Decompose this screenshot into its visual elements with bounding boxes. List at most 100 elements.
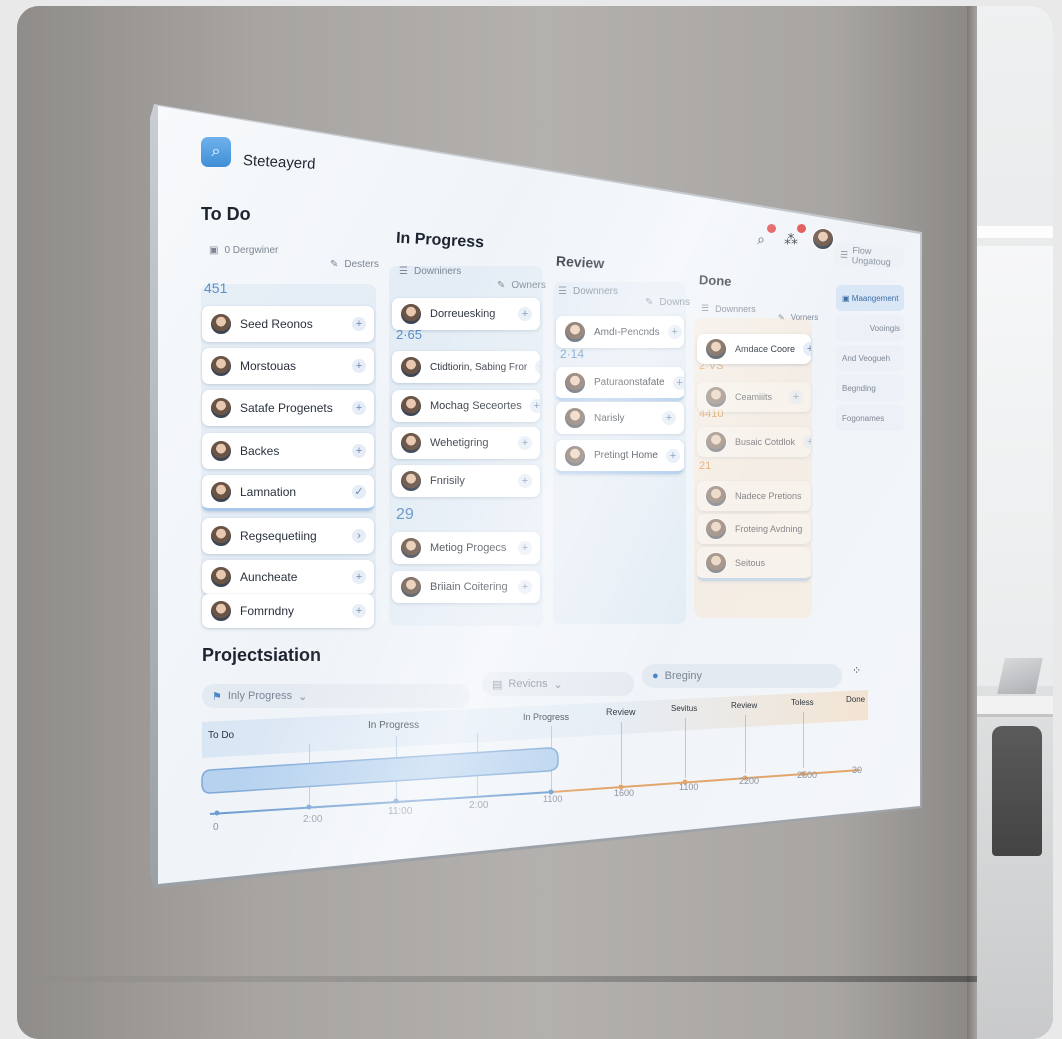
add-icon[interactable]: +: [352, 604, 366, 618]
add-icon[interactable]: +: [809, 489, 811, 503]
review-filter[interactable]: ☰ Downners: [558, 286, 618, 297]
task-card[interactable]: Lamnation ✓: [202, 475, 374, 511]
list-icon: ▤: [492, 678, 503, 691]
task-card[interactable]: Froteing Avdning +: [697, 514, 811, 544]
side-menu-label: Begnding: [842, 383, 876, 393]
task-card[interactable]: Backes +: [202, 433, 374, 469]
add-icon[interactable]: +: [518, 474, 532, 488]
task-card[interactable]: Satafe Progenets +: [202, 390, 374, 426]
task-title: Amdı-Pencnds: [594, 326, 660, 338]
side-menu-item[interactable]: Vooingis: [836, 315, 904, 341]
inprogress-filter[interactable]: ☰ Downiners: [399, 266, 461, 277]
chevron-right-icon[interactable]: ›: [352, 529, 366, 543]
task-card[interactable]: Ctidtiorin, Sabing Fror +: [392, 351, 540, 383]
avatar: [400, 576, 422, 598]
timeline-point: [306, 804, 312, 810]
add-icon[interactable]: +: [672, 375, 684, 390]
side-menu-item[interactable]: Begnding: [836, 375, 904, 401]
avatar: [400, 356, 422, 378]
laptop: [997, 658, 1043, 694]
add-icon[interactable]: +: [518, 541, 532, 555]
menu-pill[interactable]: ☰ Flow Ungatoug: [833, 243, 905, 269]
search-icon[interactable]: ⌕: [201, 137, 231, 167]
task-card[interactable]: Dorreuesking +: [392, 298, 540, 330]
task-title: Paturaonstafate: [594, 377, 665, 388]
avatar: [564, 371, 586, 394]
side-menu-item[interactable]: Fogonames: [836, 405, 904, 431]
timeline-chart: [201, 747, 861, 816]
add-icon[interactable]: +: [518, 307, 532, 321]
task-card[interactable]: Morstouas +: [202, 348, 374, 384]
search-icon[interactable]: ⌕: [752, 224, 776, 248]
add-icon[interactable]: +: [803, 435, 811, 449]
revisions-filter[interactable]: ▤ Revicns ⌄: [482, 672, 634, 696]
progress-bar[interactable]: [201, 747, 559, 794]
task-card[interactable]: Paturaonstafate +: [556, 367, 684, 401]
check-icon[interactable]: ✓: [352, 484, 366, 499]
task-card[interactable]: Ceamiiits +: [697, 382, 811, 412]
add-icon[interactable]: +: [810, 522, 811, 536]
add-icon[interactable]: +: [662, 411, 676, 425]
inprogress-owner-filter[interactable]: ✎ Owners: [497, 280, 546, 291]
add-icon[interactable]: +: [518, 580, 532, 594]
done-owner-filter[interactable]: ✎ Vorners: [778, 313, 818, 322]
pencil-icon: ✎: [497, 280, 506, 291]
add-icon[interactable]: +: [789, 390, 803, 404]
side-menu-item[interactable]: And Veogueh: [836, 345, 904, 371]
todo-filter[interactable]: ▣ 0 Dergwiner: [209, 245, 278, 256]
add-icon[interactable]: +: [352, 317, 366, 331]
task-card[interactable]: Mochag Seceortes +: [392, 390, 540, 422]
review-owner-filter[interactable]: ✎ Downs: [645, 297, 690, 308]
search-filter[interactable]: ● Breginy: [642, 664, 842, 688]
progress-filter[interactable]: ⚑ Inly Progress ⌄: [202, 684, 470, 708]
task-card[interactable]: Seed Reonos +: [202, 306, 374, 342]
task-card[interactable]: Narisly +: [556, 402, 684, 434]
add-icon[interactable]: +: [352, 401, 366, 415]
todo-owner-filter[interactable]: ✎ Desters: [330, 259, 379, 270]
task-card[interactable]: Metiog Progecs +: [392, 532, 540, 564]
menu-icon: ☰: [399, 266, 408, 277]
pencil-icon: ✎: [330, 259, 339, 270]
add-icon[interactable]: +: [529, 399, 540, 413]
add-icon[interactable]: +: [803, 342, 811, 356]
add-icon[interactable]: +: [665, 448, 680, 463]
avatar: [210, 440, 232, 462]
add-icon[interactable]: +: [518, 436, 532, 450]
add-icon[interactable]: +: [535, 360, 540, 374]
user-avatar[interactable]: [812, 228, 834, 250]
task-card[interactable]: Wehetigring +: [392, 427, 540, 459]
side-menu-label: Maangement: [851, 293, 899, 303]
task-card[interactable]: Busaic Cotdlok +: [697, 427, 811, 457]
add-icon[interactable]: +: [667, 325, 682, 339]
people-icon[interactable]: ⁂: [782, 224, 806, 248]
filter-label: Desters: [344, 259, 379, 270]
task-title: Fomrndny: [240, 604, 295, 618]
done-filter[interactable]: ☰ Downners: [701, 303, 756, 314]
task-card[interactable]: Nadece Pretions +: [697, 481, 811, 511]
task-card[interactable]: Fomrndny +: [202, 594, 374, 628]
task-card[interactable]: Fnrisily +: [392, 465, 540, 497]
stage-label: Toless: [791, 698, 814, 707]
task-card[interactable]: Regsequetiing ›: [202, 518, 374, 554]
ceiling-light: [977, 226, 1053, 238]
task-card[interactable]: Auncheate +: [202, 560, 374, 594]
side-menu-item[interactable]: ▣ Maangement: [836, 285, 904, 311]
task-card[interactable]: Amdı-Pencnds +: [556, 316, 684, 348]
task-card[interactable]: Seitous: [697, 547, 811, 581]
timeline-point: [393, 798, 399, 804]
add-icon[interactable]: +: [352, 444, 366, 458]
filter-label: Owners: [511, 280, 546, 291]
task-title: Regsequetiing: [240, 529, 317, 543]
task-card[interactable]: Amdace Coore +: [697, 334, 811, 364]
timeline-tick: 2200: [739, 776, 760, 786]
task-card[interactable]: Pretingt Home +: [556, 440, 684, 474]
add-icon[interactable]: +: [352, 570, 366, 584]
filter-label: Downiners: [413, 266, 462, 277]
task-card[interactable]: Briiain Coitering +: [392, 571, 540, 603]
more-options-icon[interactable]: ⁘: [852, 664, 861, 677]
add-icon[interactable]: +: [352, 359, 366, 373]
stage-label: Done: [846, 695, 866, 704]
timeline-tick: 30: [852, 765, 863, 775]
timeline-tick: 2:00: [469, 800, 489, 811]
task-title: Ceamiiits: [735, 392, 773, 402]
